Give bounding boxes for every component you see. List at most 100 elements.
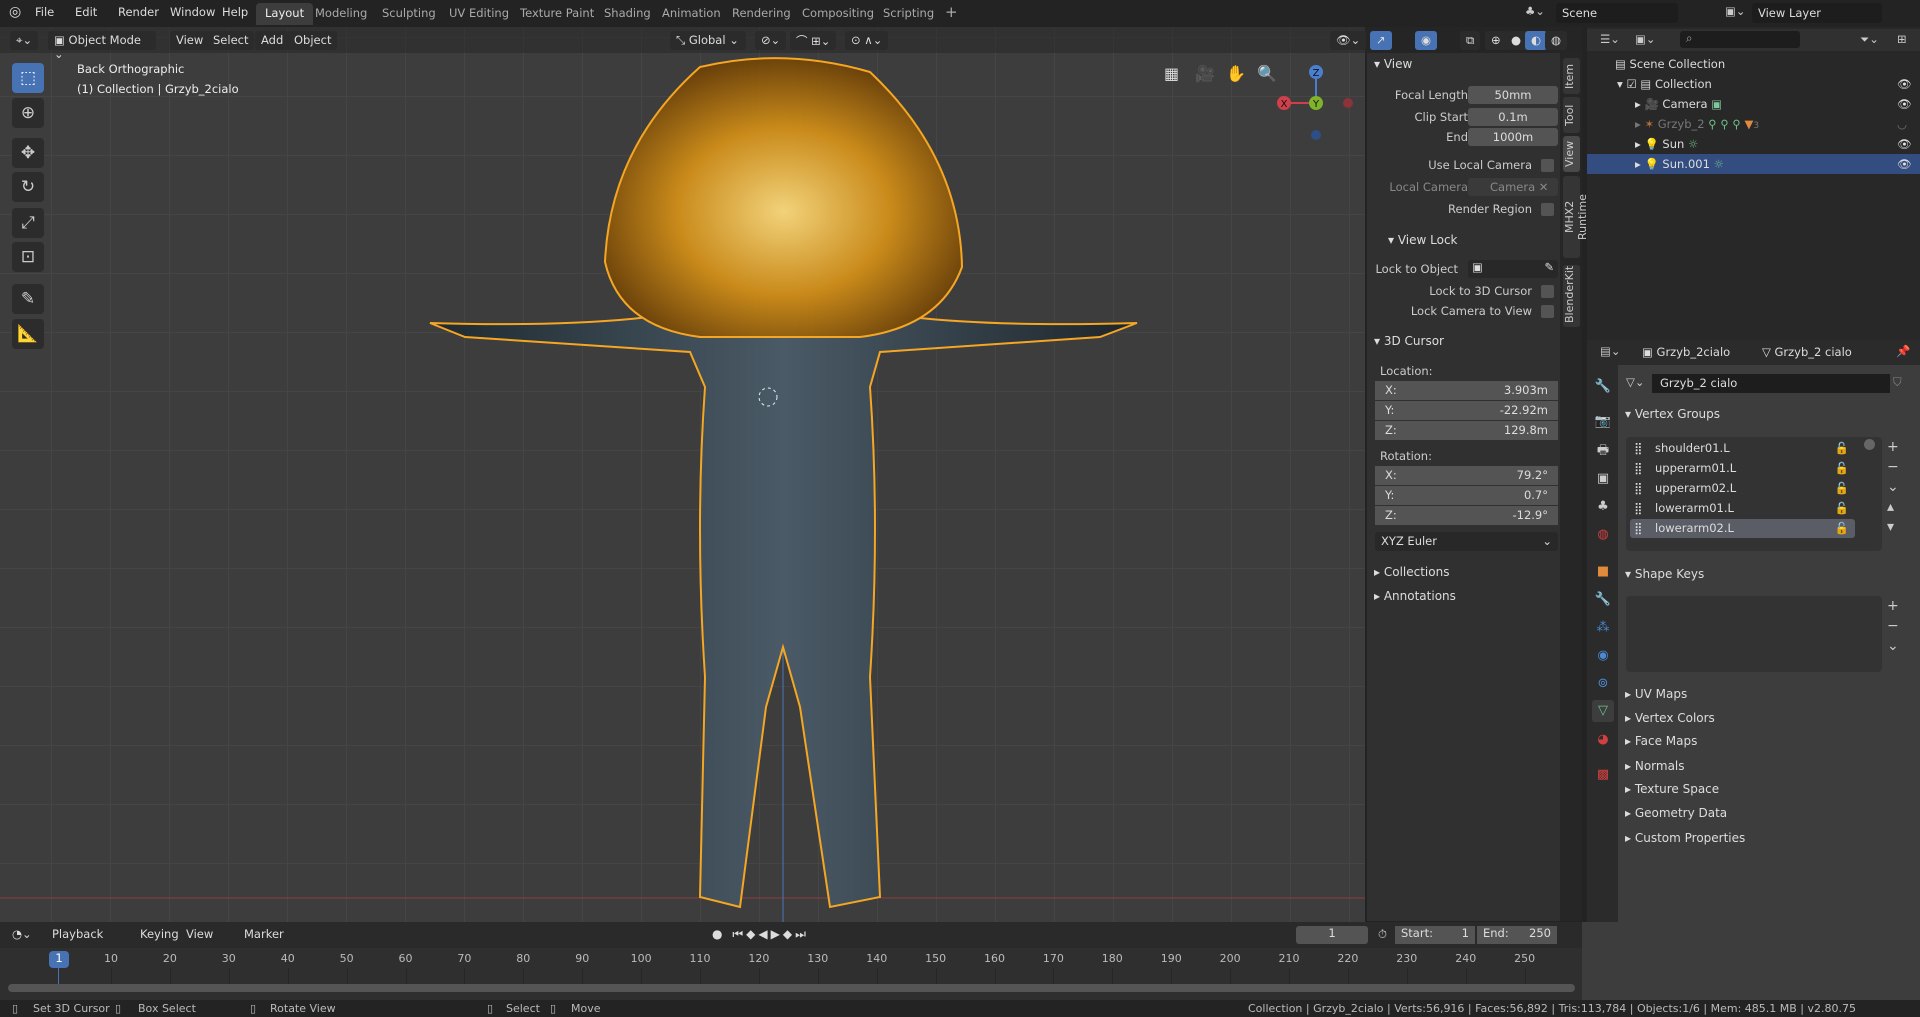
start-frame-field[interactable]: Start: 1 <box>1395 926 1475 944</box>
outliner-item-sun-001[interactable]: ▸ 💡 Sun.001 ☼ 👁 <box>1587 154 1920 174</box>
pivot-button[interactable]: ⊘⌄ <box>755 31 787 50</box>
clear-icon[interactable]: ✕ <box>1539 180 1549 194</box>
object-icon[interactable]: ■ <box>1592 561 1614 583</box>
tab-shading[interactable]: Shading <box>595 3 660 25</box>
playhead[interactable]: 1 <box>49 951 69 968</box>
shading-material[interactable]: ◐ <box>1525 31 1548 50</box>
overlay-toggle[interactable]: ◉ <box>1415 31 1438 50</box>
panel-uv-maps[interactable]: ▸ UV Maps <box>1625 687 1915 701</box>
vertex-group-item[interactable]: ⣿ lowerarm02.L 🔓 <box>1630 519 1855 538</box>
use-local-camera-checkbox[interactable] <box>1541 159 1554 172</box>
scale-tool[interactable]: ⤢ <box>12 208 44 238</box>
panel-custom-properties[interactable]: ▸ Custom Properties <box>1625 831 1915 845</box>
focal-length-field[interactable]: 50mm <box>1468 86 1558 104</box>
timeline-menu-marker[interactable]: Marker <box>244 927 284 941</box>
tab-view[interactable]: View <box>1563 136 1580 172</box>
navigation-gizmo[interactable]: Z X Y <box>1270 60 1360 150</box>
viewport-menu-object[interactable]: Object <box>288 31 338 50</box>
tab-tool[interactable]: Tool <box>1563 97 1580 133</box>
physics-icon[interactable]: ◉ <box>1592 645 1614 667</box>
vertex-groups-header[interactable]: ▾ Vertex Groups <box>1625 407 1915 421</box>
outliner-item-camera[interactable]: ▸ 🎥 Camera ▣ 👁 <box>1587 94 1920 114</box>
output-icon[interactable]: 🖶 <box>1592 440 1614 462</box>
view-lock-header[interactable]: ▾ View Lock <box>1388 233 1458 247</box>
view-layer-icon[interactable]: ▣⌄ <box>1725 4 1746 18</box>
eyedropper-icon[interactable]: ✎ <box>1544 260 1554 278</box>
cursor-rotation-y[interactable]: Y: 0.7° <box>1375 486 1558 505</box>
panel-texture-space[interactable]: ▸ Texture Space <box>1625 782 1915 796</box>
constraints-icon[interactable]: ⊚ <box>1592 673 1614 695</box>
outliner-scene-collection[interactable]: ▤ Scene Collection <box>1587 54 1920 74</box>
mesh-data-icon[interactable]: ▽ <box>1592 700 1614 722</box>
current-frame-field[interactable]: 1 <box>1296 926 1368 944</box>
local-camera-field[interactable]: Camera ✕ <box>1468 178 1558 196</box>
character-model[interactable] <box>0 27 1365 922</box>
eye-icon[interactable]: 👁 <box>1897 74 1912 94</box>
eye-icon[interactable]: 👁 <box>1897 134 1912 154</box>
camera-view-icon[interactable]: 🎥 <box>1195 64 1215 83</box>
timeline-menu-keying[interactable]: Keying <box>140 927 179 941</box>
pan-hand-icon[interactable]: ✋ <box>1226 64 1246 83</box>
render-region-checkbox[interactable] <box>1541 203 1554 216</box>
cursor-rotation-x[interactable]: X: 79.2° <box>1375 466 1558 485</box>
lock-icon[interactable]: 🔓 <box>1835 459 1849 478</box>
lock-camera-checkbox[interactable] <box>1541 305 1554 318</box>
scene-icon[interactable]: ♣ <box>1592 496 1614 518</box>
lock-icon[interactable]: 🔓 <box>1835 439 1849 458</box>
toggle-camera-grid-icon[interactable]: ▦ <box>1164 64 1179 83</box>
cursor-tool[interactable]: ⊕ <box>12 98 44 128</box>
lock-icon[interactable]: 🔓 <box>1835 519 1849 538</box>
clip-start-field[interactable]: 0.1m <box>1468 108 1558 126</box>
rotation-mode-dropdown[interactable]: XYZ Euler ⌄ <box>1375 532 1558 551</box>
lock-to-object-field[interactable]: ▣ ✎ <box>1468 260 1558 278</box>
panel-geometry-data[interactable]: ▸ Geometry Data <box>1625 806 1915 820</box>
cursor-rotation-z[interactable]: Z: -12.9° <box>1375 506 1558 525</box>
display-mode-icon[interactable]: ☰⌄ <box>1600 32 1620 46</box>
new-collection-icon[interactable]: ⊞ <box>1897 32 1907 46</box>
view-layer-icon[interactable]: ▣⌄ <box>1635 32 1656 46</box>
viewport-menu-view[interactable]: View <box>170 31 210 50</box>
shape-keys-header[interactable]: ▾ Shape Keys <box>1625 567 1915 581</box>
move-tool[interactable]: ✥ <box>12 138 44 168</box>
jump-end-icon[interactable]: ⏭ <box>795 927 809 941</box>
shading-wireframe[interactable]: ⊕ <box>1485 31 1507 50</box>
record-icon[interactable]: ● <box>712 927 725 941</box>
end-frame-field[interactable]: End: 250 <box>1477 926 1557 944</box>
add-icon[interactable]: + <box>1887 596 1899 616</box>
snap-button[interactable]: ⌒ ⊞⌄ <box>790 31 837 50</box>
tab-rendering[interactable]: Rendering <box>723 3 800 25</box>
world-icon[interactable]: ◍ <box>1592 524 1614 546</box>
scene-icon[interactable]: ♣⌄ <box>1525 4 1545 18</box>
checkbox-icon[interactable]: ☑ <box>1626 77 1636 91</box>
editor-type-button[interactable]: ◔⌄ <box>12 927 32 941</box>
annotations-panel-header[interactable]: ▸ Annotations <box>1374 589 1456 603</box>
cursor-location-y[interactable]: Y: -22.92m <box>1375 401 1558 420</box>
viewport-menu-select[interactable]: Select <box>207 31 255 50</box>
tool-icon[interactable]: 🔧 <box>1592 376 1614 398</box>
lock-icon[interactable]: 🔓 <box>1835 499 1849 518</box>
tab-sculpting[interactable]: Sculpting <box>373 3 445 25</box>
fake-user-icon[interactable]: ⛉ <box>1893 375 1902 390</box>
particles-icon[interactable]: ⁂ <box>1592 617 1614 639</box>
tab-mhx2-runtime[interactable]: MHX2 Runtime <box>1563 176 1589 258</box>
texture-icon[interactable]: ▩ <box>1592 764 1614 786</box>
move-up-icon[interactable]: ▴ <box>1887 497 1899 517</box>
vertex-group-item[interactable]: ⣿ upperarm01.L 🔓 <box>1630 459 1855 478</box>
view-layer-icon[interactable]: ▣ <box>1592 468 1614 490</box>
menu-help[interactable]: Help <box>222 5 248 19</box>
cursor-location-z[interactable]: Z: 129.8m <box>1375 421 1558 440</box>
outliner-item-grzyb2[interactable]: ▸ ✶ Grzyb_2 ⚲ ⚲ ⚲ ▼3 ◡ <box>1587 114 1920 134</box>
xray-toggle[interactable]: ⧉ <box>1460 31 1481 50</box>
jump-start-icon[interactable]: ⏮ <box>732 927 746 941</box>
tab-animation[interactable]: Animation <box>653 3 730 25</box>
tab-blenderkit[interactable]: BlenderKit <box>1563 265 1580 327</box>
panel-normals[interactable]: ▸ Normals <box>1625 759 1915 773</box>
modifier-icon[interactable]: 🔧 <box>1592 589 1614 611</box>
tab-scripting[interactable]: Scripting <box>874 3 943 25</box>
panel-vertex-colors[interactable]: ▸ Vertex Colors <box>1625 711 1915 725</box>
clip-end-field[interactable]: 1000m <box>1468 128 1558 146</box>
vertex-group-item[interactable]: ⣿ upperarm02.L 🔓 <box>1630 479 1855 498</box>
rotate-tool[interactable]: ↻ <box>12 172 44 202</box>
material-icon[interactable]: ◕ <box>1592 729 1614 751</box>
3d-cursor-panel-header[interactable]: ▾ 3D Cursor <box>1374 334 1444 348</box>
